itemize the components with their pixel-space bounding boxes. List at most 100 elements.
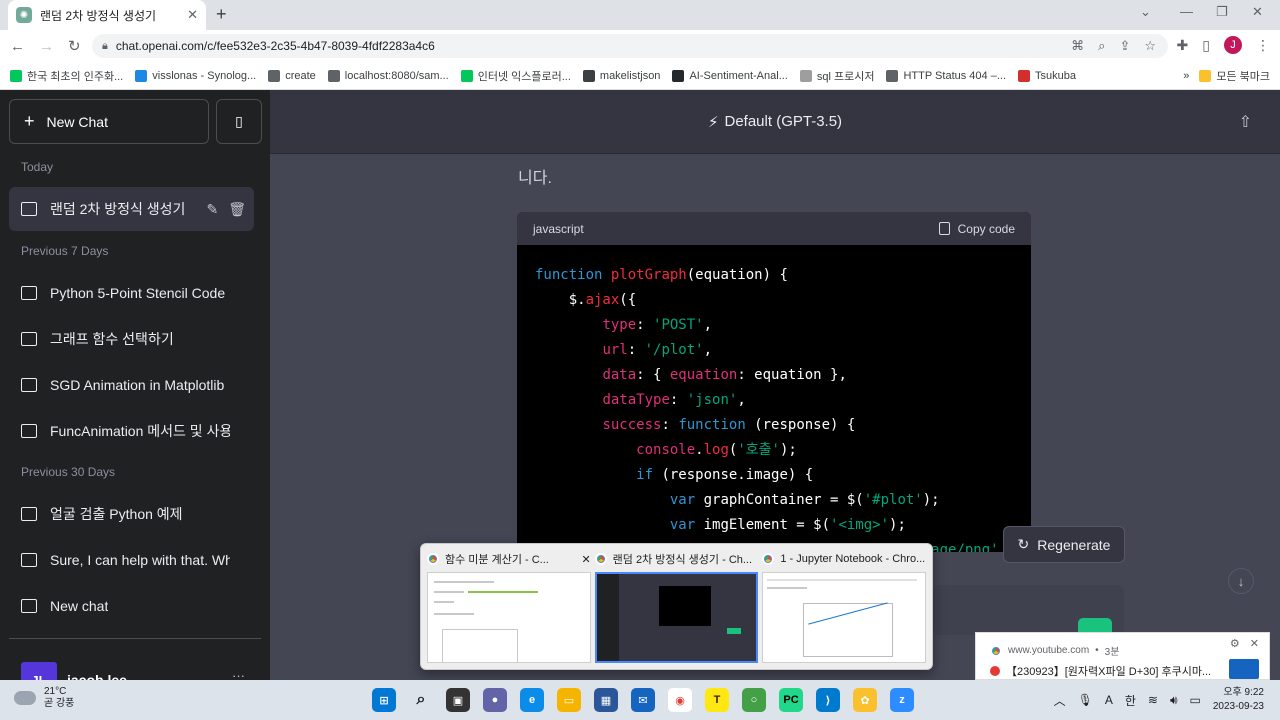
preview-image <box>427 572 591 663</box>
sidebar-chat-item[interactable]: 그래프 함수 선택하기 <box>9 317 254 361</box>
maximize-icon[interactable]: ❐ <box>1216 4 1228 20</box>
chevron-down-icon[interactable]: ⌄ <box>1140 4 1151 20</box>
store-icon[interactable]: ▦ <box>594 688 618 712</box>
refresh-app-icon[interactable]: ○ <box>742 688 766 712</box>
show-hidden-icons[interactable]: ︿ <box>1054 692 1066 709</box>
arrow-down-icon: ↓ <box>1237 573 1245 589</box>
bookmark-star-icon[interactable]: ☆ <box>1144 38 1156 54</box>
sidebar-section-title: Today <box>21 160 54 174</box>
clock[interactable]: 오후 9:22 2023-09-23 <box>1213 686 1264 714</box>
bookmark-item[interactable]: visslonas - Synolog... <box>135 69 256 82</box>
site-info-icon[interactable]: 🔒︎ <box>102 40 108 53</box>
close-window-icon[interactable]: ✕ <box>1252 4 1263 20</box>
windows-start-icon[interactable]: ⊞ <box>372 688 396 712</box>
sidebar-chat-item[interactable]: SGD Animation in Matplotlib <box>9 363 254 407</box>
toolbar-actions: ✚ ▯ J ⋮ <box>1177 36 1270 54</box>
extensions-icon[interactable]: ✚ <box>1177 37 1189 54</box>
font-icon[interactable]: A <box>1105 693 1113 707</box>
menu-kebab-icon[interactable]: ⋮ <box>1256 37 1270 54</box>
sidebar-chat-item[interactable]: Python 5-Point Stencil Code <box>9 271 254 315</box>
code-header: javascript Copy code <box>517 212 1031 245</box>
lightning-icon: ⚡︎ <box>707 113 719 131</box>
address-bar[interactable]: 🔒︎ chat.openai.com/c/fee532e3-2c35-4b47-… <box>92 34 1168 58</box>
bookmark-item[interactable]: 한국 최초의 인주화... <box>10 68 123 84</box>
wifi-icon[interactable]: ≋ <box>1148 693 1158 707</box>
preview-image <box>594 572 759 663</box>
chrome-icon <box>594 553 607 565</box>
model-header: ⚡︎ Default (GPT-3.5) ⇧ <box>270 90 1280 154</box>
trash-icon[interactable]: 🗑︎ <box>228 201 246 218</box>
task-view-icon[interactable]: ▣ <box>446 688 470 712</box>
refresh-icon: ↻ <box>1017 536 1030 552</box>
toggle-sidebar-button[interactable]: ▯ <box>216 99 262 144</box>
model-label[interactable]: Default (GPT-3.5) <box>725 113 843 130</box>
zoom-icon[interactable]: ⌕ <box>1098 38 1105 54</box>
youtube-notification[interactable]: www.youtube.com • 3분 ⚙ ✕ 【230923】[원자력X파일… <box>975 632 1270 680</box>
share-icon[interactable]: ⇧ <box>1239 112 1252 132</box>
system-tray: ︿ 🎙︎ A 한 ≋ 🔊︎ ▭ 오후 9:22 2023-09-23 <box>1054 686 1264 714</box>
zoom-icon[interactable]: z <box>890 688 914 712</box>
edge-icon[interactable]: e <box>520 688 544 712</box>
profile-avatar[interactable]: J <box>1224 36 1242 54</box>
sidebar-chat-item[interactable]: FuncAnimation 메서드 및 사용 <box>9 409 254 453</box>
taskbar-preview-popup: 함수 미분 계산기 - C... ✕ 랜덤 2차 방정식 생성기 - Ch...… <box>420 543 933 670</box>
translate-icon[interactable]: ⌘ <box>1071 38 1084 54</box>
code-content: function plotGraph(equation) { $.ajax({ … <box>535 267 999 552</box>
weather-widget[interactable]: 21°C 곧 강풍 <box>14 686 74 710</box>
sidebar-chat-item[interactable]: New chat <box>9 584 254 628</box>
minimize-icon[interactable]: — <box>1180 4 1193 19</box>
regenerate-button[interactable]: ↻ Regenerate <box>1003 526 1125 563</box>
close-tab-icon[interactable]: ✕ <box>187 7 198 23</box>
more-bookmarks-icon[interactable]: » <box>1183 70 1189 82</box>
avatar: JL <box>21 662 57 680</box>
back-icon[interactable]: ← <box>10 38 25 55</box>
copy-code-button[interactable]: Copy code <box>938 222 1015 236</box>
bookmark-item[interactable]: Tsukuba <box>1018 69 1076 82</box>
new-tab-icon[interactable]: + <box>216 4 227 25</box>
user-menu[interactable]: JL jacob lee <box>21 662 127 680</box>
window-preview[interactable]: 1 - Jupyter Notebook - Chro... <box>762 550 927 663</box>
teams-chat-icon[interactable]: ● <box>483 688 507 712</box>
vscode-icon[interactable]: ⟩ <box>816 688 840 712</box>
window-preview[interactable]: 함수 미분 계산기 - C... ✕ <box>427 550 591 663</box>
forward-icon[interactable]: → <box>39 38 54 55</box>
pycharm-icon[interactable]: PC <box>779 688 803 712</box>
close-preview-icon[interactable]: ✕ <box>581 553 590 566</box>
bookmark-item[interactable]: sql 프로시저 <box>799 68 874 84</box>
bookmark-favicon <box>10 69 22 82</box>
bookmark-item[interactable]: localhost:8080/sam... <box>327 69 449 82</box>
bookmark-item[interactable]: AI-Sentiment-Anal... <box>672 69 788 82</box>
battery-icon[interactable]: ▭ <box>1190 693 1201 707</box>
close-icon[interactable]: ✕ <box>1250 637 1259 650</box>
bookmarks-bar: 한국 최초의 인주화... visslonas - Synolog... creat… <box>0 62 1280 90</box>
reload-icon[interactable]: ↻ <box>68 37 81 55</box>
code-block: javascript Copy code function plotGraph(… <box>517 212 1031 552</box>
more-icon[interactable]: ··· <box>232 668 245 680</box>
volume-icon[interactable]: 🔊︎ <box>1170 693 1178 708</box>
ime-indicator[interactable]: 한 <box>1125 692 1136 709</box>
bookmark-item[interactable]: makelistjson <box>582 69 660 82</box>
browser-tab[interactable]: ✺ 랜덤 2차 방정식 생성기 ✕ <box>8 0 206 30</box>
kakaotalk-icon[interactable]: T <box>705 688 729 712</box>
chrome-icon[interactable]: ◉ <box>668 688 692 712</box>
edit-icon[interactable]: ✎ <box>206 201 218 218</box>
new-chat-button[interactable]: + New Chat <box>9 99 209 144</box>
window-preview[interactable]: 랜덤 2차 방정식 생성기 - Ch... <box>594 550 759 663</box>
bookmark-item[interactable]: HTTP Status 404 –... <box>886 69 1006 82</box>
settings-icon[interactable]: ⚙ <box>1230 637 1240 650</box>
sidebar-chat-item[interactable]: Sure, I can help with that. What <box>9 538 254 582</box>
mail-icon[interactable]: ✉ <box>631 688 655 712</box>
scroll-down-button[interactable]: ↓ <box>1228 568 1254 594</box>
bookmarks-folder[interactable]: 모든 북마크 <box>1199 68 1270 84</box>
file-explorer-icon[interactable]: ▭ <box>557 688 581 712</box>
app-icon[interactable]: ✿ <box>853 688 877 712</box>
sidebar-chat-item[interactable]: 얼굴 검출 Python 예제 <box>9 492 254 536</box>
microphone-icon[interactable]: 🎙︎ <box>1078 693 1093 707</box>
sidebar-chat-item[interactable]: 랜덤 2차 방정식 생성기 ✎ 🗑︎ <box>9 187 254 231</box>
share-page-icon[interactable]: ⇪ <box>1119 38 1130 54</box>
search-icon[interactable]: ⌕ <box>409 688 433 712</box>
side-panel-icon[interactable]: ▯ <box>1202 37 1210 54</box>
bookmark-item[interactable]: 인터넷 익스플로러... <box>460 68 571 84</box>
bookmark-item[interactable]: create <box>268 69 316 82</box>
wind-icon <box>14 691 36 705</box>
